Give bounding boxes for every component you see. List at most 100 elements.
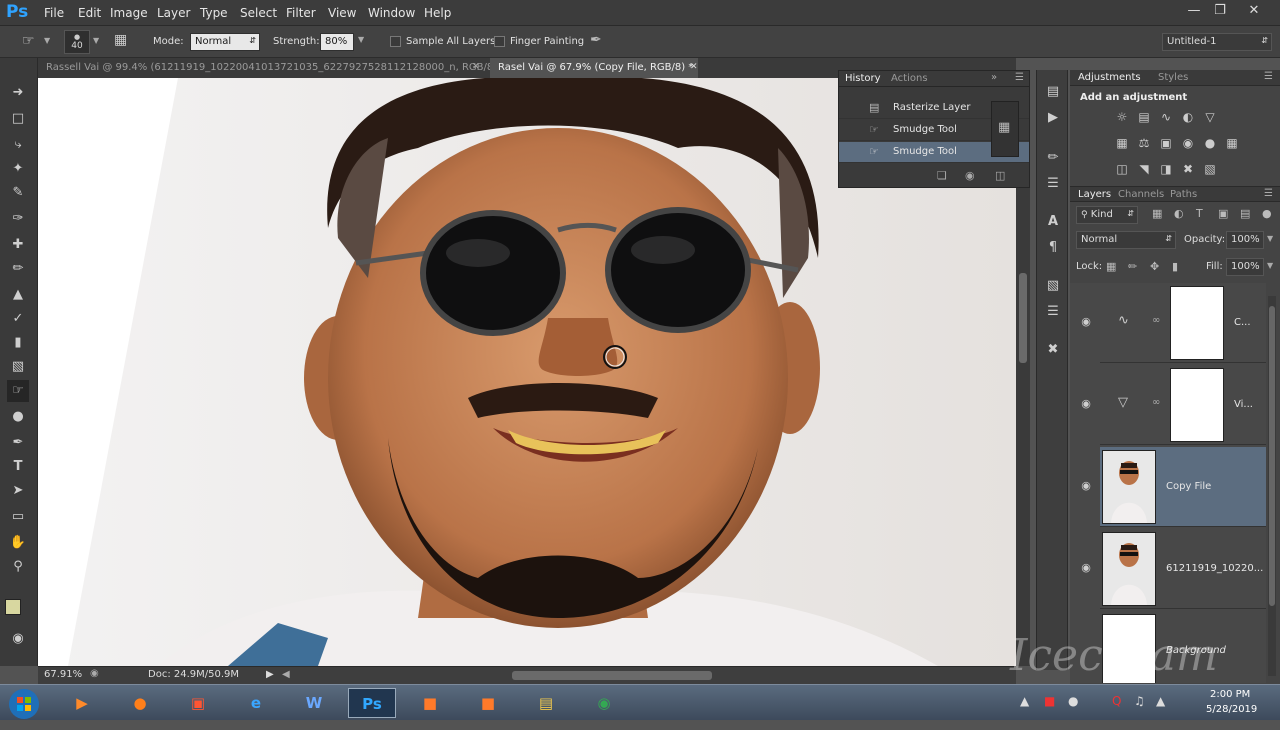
- panel-menu-icon[interactable]: ☰: [1264, 71, 1273, 82]
- fill-input[interactable]: 100%: [1226, 258, 1264, 276]
- eraser-icon[interactable]: ▮: [7, 332, 29, 354]
- lock-all-icon[interactable]: ▮: [1172, 260, 1178, 273]
- posterize-icon[interactable]: ◥: [1136, 162, 1152, 176]
- gradient-icon[interactable]: ▧: [7, 356, 29, 378]
- layer-item-original[interactable]: ◉ 61211919_10220...: [1081, 529, 1266, 609]
- tool-presets-icon[interactable]: ✖: [1043, 340, 1063, 360]
- color-balance-icon[interactable]: ⚖: [1136, 136, 1152, 150]
- menu-layer[interactable]: Layer: [157, 6, 190, 20]
- media-player-icon[interactable]: ▶: [58, 688, 106, 718]
- filter-adjustment-icon[interactable]: ◐: [1174, 207, 1184, 220]
- shape-tool-icon[interactable]: ▭: [7, 506, 29, 528]
- vibrance-icon[interactable]: ▽: [1202, 110, 1218, 124]
- internet-explorer-icon[interactable]: e: [232, 688, 280, 718]
- character-panel-icon[interactable]: A: [1043, 212, 1063, 232]
- brightness-icon[interactable]: ☼: [1114, 110, 1130, 124]
- brush-tool-icon[interactable]: ✏: [7, 258, 29, 280]
- eye-icon[interactable]: ◉: [1078, 397, 1094, 411]
- move-tool-icon[interactable]: ➜: [7, 82, 29, 104]
- layer-filter-dropdown[interactable]: ⚲ Kind ⇵: [1076, 206, 1138, 224]
- curves-icon[interactable]: ∿: [1158, 110, 1174, 124]
- menu-select[interactable]: Select: [240, 6, 277, 20]
- finger-painting-checkbox[interactable]: [494, 36, 505, 47]
- tray-icon[interactable]: ●: [1068, 694, 1078, 708]
- eye-icon[interactable]: ◉: [1078, 315, 1094, 329]
- lock-position-icon[interactable]: ✥: [1150, 260, 1159, 273]
- layer-item-vibrance[interactable]: ◉ ▽ ∞ Vi...: [1081, 365, 1266, 445]
- menu-edit[interactable]: Edit: [78, 6, 101, 20]
- healing-brush-icon[interactable]: ✚: [7, 234, 29, 256]
- snapshot-icon[interactable]: ▦: [998, 120, 1010, 135]
- menu-window[interactable]: Window: [368, 6, 415, 20]
- tab-rassell-vai[interactable]: Rassell Vai @ 99.4% (61211919_1022004101…: [38, 58, 490, 78]
- new-document-from-state-icon[interactable]: ❏: [937, 169, 947, 182]
- opacity-input[interactable]: 100%: [1226, 231, 1264, 249]
- tray-icon[interactable]: Q: [1112, 694, 1121, 708]
- threshold-icon[interactable]: ◨: [1158, 162, 1174, 176]
- zoom-level[interactable]: 67.91%: [44, 669, 82, 680]
- blend-mode-dropdown[interactable]: Normal ⇵: [1076, 231, 1176, 249]
- volume-icon[interactable]: ♫: [1134, 694, 1145, 708]
- mode-dropdown[interactable]: Normal ⇵: [190, 33, 260, 51]
- path-selection-icon[interactable]: ➤: [7, 480, 29, 502]
- trash-icon[interactable]: ◫: [995, 169, 1005, 182]
- levels-icon[interactable]: ▤: [1136, 110, 1152, 124]
- zoom-tool-icon[interactable]: ⚲: [7, 556, 29, 578]
- quick-selection-icon[interactable]: ✦: [7, 158, 29, 180]
- recorder-icon[interactable]: ■: [406, 688, 454, 718]
- pen-tool-icon[interactable]: ✒: [7, 432, 29, 454]
- menu-view[interactable]: View: [328, 6, 356, 20]
- filter-pixel-icon[interactable]: ▦: [1152, 207, 1162, 220]
- layers-scrollbar[interactable]: [1268, 296, 1276, 676]
- brush-panel-icon[interactable]: ✏: [1043, 148, 1063, 168]
- recorder-icon[interactable]: ■: [464, 688, 512, 718]
- strength-input[interactable]: 80%: [320, 33, 354, 51]
- tray-icon[interactable]: ▲: [1020, 694, 1029, 708]
- type-tool-icon[interactable]: T: [7, 456, 29, 478]
- lasso-tool-icon[interactable]: ⤷: [7, 134, 29, 156]
- maximize-icon[interactable]: ❐: [1206, 3, 1234, 21]
- layer-item-copy-file[interactable]: ◉ Copy File: [1081, 447, 1266, 527]
- eyedropper-icon[interactable]: ✑: [7, 208, 29, 230]
- strength-slider-arrow-icon[interactable]: ▼: [358, 35, 364, 44]
- network-icon[interactable]: ▲: [1156, 694, 1165, 708]
- lock-transparent-icon[interactable]: ▦: [1106, 260, 1116, 273]
- word-icon[interactable]: W: [290, 688, 338, 718]
- tab-actions[interactable]: Actions: [891, 73, 928, 84]
- exposure-icon[interactable]: ◐: [1180, 110, 1196, 124]
- menu-help[interactable]: Help: [424, 6, 451, 20]
- clone-stamp-icon[interactable]: ▲: [7, 284, 29, 306]
- scroll-thumb[interactable]: [1269, 306, 1275, 606]
- scroll-left-icon[interactable]: ◀: [282, 669, 290, 680]
- tray-icon[interactable]: ■: [1044, 694, 1055, 708]
- eye-icon[interactable]: ◉: [1078, 561, 1094, 575]
- channel-mixer-icon[interactable]: ●: [1202, 136, 1218, 150]
- camera-icon[interactable]: ◉: [965, 169, 975, 182]
- hand-tool-icon[interactable]: ✋: [7, 532, 29, 554]
- horizontal-scroll-thumb[interactable]: [512, 671, 712, 680]
- lock-pixels-icon[interactable]: ✏: [1128, 260, 1137, 273]
- tab-channels[interactable]: Channels: [1118, 189, 1164, 200]
- collapse-icon[interactable]: »: [991, 72, 997, 83]
- sample-all-layers-checkbox[interactable]: [390, 36, 401, 47]
- black-white-icon[interactable]: ▣: [1158, 136, 1174, 150]
- menu-type[interactable]: Type: [200, 6, 228, 20]
- invert-icon[interactable]: ◫: [1114, 162, 1130, 176]
- tab-history[interactable]: History: [845, 73, 881, 84]
- filter-shape-icon[interactable]: ▣: [1218, 207, 1228, 220]
- brush-size-picker[interactable]: ● 40: [64, 30, 90, 54]
- close-tab-icon[interactable]: ✕: [690, 62, 698, 72]
- taskbar-date[interactable]: 5/28/2019: [1206, 704, 1257, 715]
- pressure-pen-icon[interactable]: ✒: [590, 32, 602, 48]
- smudge-tool-icon[interactable]: ☞: [22, 33, 35, 49]
- brush-presets-icon[interactable]: ☰: [1043, 174, 1063, 194]
- filter-smart-icon[interactable]: ▤: [1240, 207, 1250, 220]
- menu-filter[interactable]: Filter: [286, 6, 316, 20]
- start-button[interactable]: [2, 688, 46, 719]
- firefox-icon[interactable]: ●: [116, 688, 164, 718]
- panel-menu-icon[interactable]: ☰: [1015, 72, 1024, 83]
- history-panel-icon[interactable]: ▤: [1043, 82, 1063, 102]
- brush-panel-icon[interactable]: ▦: [114, 32, 127, 48]
- color-lookup-icon[interactable]: ▦: [1224, 136, 1240, 150]
- filter-type-icon[interactable]: T: [1196, 207, 1203, 220]
